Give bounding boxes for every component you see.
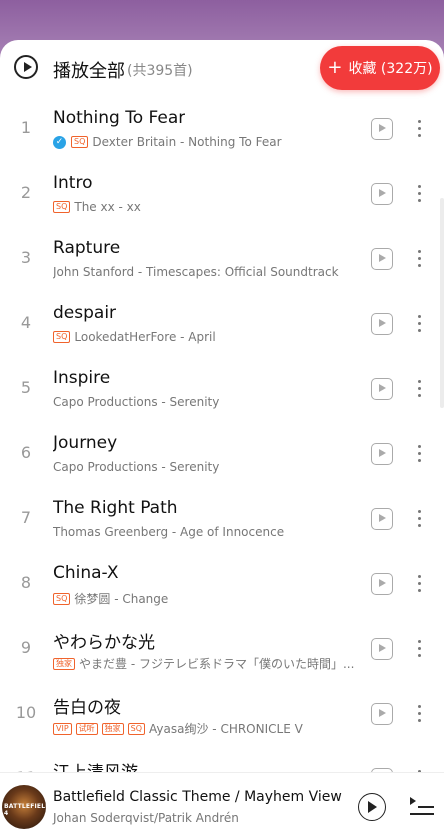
song-list: 1 Nothing To Fear ✓ SQ Dexter Britain - Noth… xyxy=(0,98,444,813)
song-title[interactable]: Nothing To Fear xyxy=(53,108,185,128)
song-row[interactable]: 1 Nothing To Fear ✓ SQ Dexter Britain - Noth… xyxy=(0,98,444,163)
song-subtitle-line: Thomas Greenberg - Age of Innocence xyxy=(53,525,284,539)
song-index: 8 xyxy=(20,573,32,592)
song-index: 9 xyxy=(20,638,32,657)
song-row[interactable]: 9 やわらかな光独家 やまだ豊 - フジテレビ系ドラマ「僕のいた時間」... xyxy=(0,618,444,683)
song-subtitle-line: Capo Productions - Serenity xyxy=(53,460,219,474)
play-pause-icon[interactable] xyxy=(358,793,386,821)
song-row[interactable]: 10 告白の夜 VIP 试听 独家 SQ Ayasa绚沙 - CHRONICLE V xyxy=(0,683,444,748)
song-row[interactable]: 2 Intro SQ The xx - xx xyxy=(0,163,444,228)
song-index: 5 xyxy=(20,378,32,397)
more-options-icon[interactable] xyxy=(412,703,428,725)
song-subtitle-line: Capo Productions - Serenity xyxy=(53,395,219,409)
song-subtitle-line: John Stanford - Timescapes: Official Sou… xyxy=(53,265,339,279)
quality-badge: SQ xyxy=(127,722,146,735)
song-index: 6 xyxy=(20,443,32,462)
quality-badge: SQ xyxy=(71,136,89,148)
song-subtitle-line: ✓ SQ Dexter Britain - Nothing To Fear xyxy=(53,135,282,149)
mini-player[interactable]: BATTLEFIELD 4 Battlefield Classic Theme … xyxy=(0,772,444,832)
quality-badge: 试听 xyxy=(75,722,98,735)
song-subtitle-line: SQ The xx - xx xyxy=(53,200,141,214)
scrollbar[interactable] xyxy=(440,198,444,408)
song-subtitle-line: SQ LookedatHerFore - April xyxy=(53,330,216,344)
more-options-icon[interactable] xyxy=(412,573,428,595)
mv-play-icon[interactable] xyxy=(371,378,393,400)
song-title[interactable]: Journey xyxy=(53,433,117,453)
song-artist-album: The xx - xx xyxy=(74,200,141,214)
song-artist-album: Capo Productions - Serenity xyxy=(53,460,220,474)
song-artist-album: John Stanford - Timescapes: Official Sou… xyxy=(53,265,339,279)
song-row[interactable]: 7 The Right Path Thomas Greenberg - Age of… xyxy=(0,488,444,553)
song-subtitle-line: SQ 徐梦圆 - Change xyxy=(53,590,168,607)
song-title[interactable]: despair xyxy=(53,303,116,323)
song-artist-album: Capo Productions - Serenity xyxy=(53,395,220,409)
song-artist-album: 徐梦圆 - Change xyxy=(74,592,169,606)
song-artist-album: Dexter Britain - Nothing To Fear xyxy=(92,135,282,149)
song-index: 2 xyxy=(20,183,32,202)
song-title[interactable]: The Right Path xyxy=(53,498,178,518)
song-title[interactable]: China-X xyxy=(53,563,119,583)
quality-badge: 独家 xyxy=(53,657,75,670)
song-title[interactable]: Rapture xyxy=(53,238,120,258)
play-all-label[interactable]: 播放全部 xyxy=(53,57,125,83)
song-row[interactable]: 4 despair SQ LookedatHerFore - April xyxy=(0,293,444,358)
song-artist-album: LookedatHerFore - April xyxy=(74,330,216,344)
more-options-icon[interactable] xyxy=(412,638,428,660)
collect-button[interactable]: + 收藏 (322万) xyxy=(320,46,440,90)
cover-text: BATTLEFIELD 4 xyxy=(4,803,46,817)
mv-play-icon[interactable] xyxy=(371,443,393,465)
quality-badge: SQ xyxy=(53,592,71,605)
mv-play-icon[interactable] xyxy=(371,313,393,335)
song-row[interactable]: 8 China-X SQ 徐梦圆 - Change xyxy=(0,553,444,618)
song-index: 10 xyxy=(15,703,37,722)
song-title[interactable]: 告白の夜 xyxy=(53,693,121,718)
song-subtitle-line: 独家 やまだ豊 - フジテレビ系ドラマ「僕のいた時間」... xyxy=(53,655,354,672)
quality-badge: SQ xyxy=(53,201,71,213)
mv-play-icon[interactable] xyxy=(371,183,393,205)
song-index: 3 xyxy=(20,248,32,267)
song-artist-album: Ayasa绚沙 - CHRONICLE V xyxy=(149,722,303,736)
mv-play-icon[interactable] xyxy=(371,638,393,660)
player-song-title[interactable]: Battlefield Classic Theme / Mayhem View xyxy=(53,789,342,805)
mv-play-icon[interactable] xyxy=(371,118,393,140)
song-row[interactable]: 3 Rapture John Stanford - Timescapes: Offi… xyxy=(0,228,444,293)
playlist-sheet: 播放全部 (共395首) + 收藏 (322万) 1 Nothing To Fea… xyxy=(0,40,444,832)
more-options-icon[interactable] xyxy=(412,248,428,270)
more-options-icon[interactable] xyxy=(412,313,428,335)
song-title[interactable]: Inspire xyxy=(53,368,110,388)
song-title[interactable]: Intro xyxy=(53,173,92,193)
collect-label: 收藏 (322万) xyxy=(348,61,433,77)
mv-play-icon[interactable] xyxy=(371,573,393,595)
song-artist-album: やまだ豊 - フジテレビ系ドラマ「僕のいた時間」... xyxy=(79,657,355,671)
song-index: 1 xyxy=(20,118,32,137)
song-artist-album: Thomas Greenberg - Age of Innocence xyxy=(53,525,285,539)
player-artist: Johan Soderqvist/Patrik Andrén xyxy=(53,811,239,825)
song-row[interactable]: 6 Journey Capo Productions - Serenity xyxy=(0,423,444,488)
album-cover[interactable]: BATTLEFIELD 4 xyxy=(2,785,46,829)
verified-icon: ✓ xyxy=(53,135,66,149)
mv-play-icon[interactable] xyxy=(371,508,393,530)
playlist-header: 播放全部 (共395首) + 收藏 (322万) xyxy=(0,40,444,98)
play-all-icon[interactable] xyxy=(14,55,38,79)
song-subtitle-line: VIP 试听 独家 SQ Ayasa绚沙 - CHRONICLE V xyxy=(53,720,303,737)
more-options-icon[interactable] xyxy=(412,378,428,400)
more-options-icon[interactable] xyxy=(412,508,428,530)
playlist-icon[interactable] xyxy=(410,797,434,817)
mv-play-icon[interactable] xyxy=(371,248,393,270)
plus-icon: + xyxy=(327,57,343,78)
more-options-icon[interactable] xyxy=(412,183,428,205)
quality-badge: VIP xyxy=(53,722,72,735)
song-count: (共395首) xyxy=(127,63,193,79)
mv-play-icon[interactable] xyxy=(371,703,393,725)
quality-badge: SQ xyxy=(53,331,71,343)
song-title[interactable]: やわらかな光 xyxy=(53,628,155,653)
quality-badge: 独家 xyxy=(101,722,124,735)
song-index: 4 xyxy=(20,313,32,332)
song-row[interactable]: 5 Inspire Capo Productions - Serenity xyxy=(0,358,444,423)
more-options-icon[interactable] xyxy=(412,118,428,140)
more-options-icon[interactable] xyxy=(412,443,428,465)
song-index: 7 xyxy=(20,508,32,527)
